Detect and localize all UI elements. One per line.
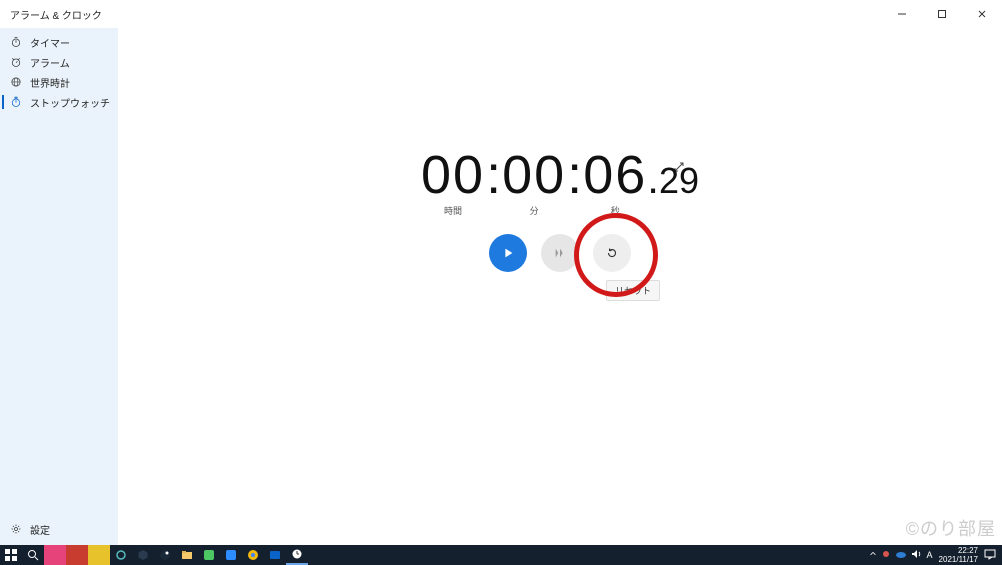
hours-label: 時間 — [444, 207, 462, 216]
reset-button[interactable] — [593, 234, 631, 272]
dot: . — [647, 158, 659, 200]
watermark: ©のり部屋 — [906, 515, 996, 541]
start-menu-icon[interactable] — [0, 545, 22, 565]
app-window: アラーム & クロック タイマー — [0, 0, 1002, 545]
title-bar: アラーム & クロック — [0, 0, 1002, 28]
taskbar-date: 2021/11/17 — [939, 555, 978, 564]
sidebar-item-settings[interactable]: 設定 — [0, 519, 118, 539]
taskbar-clock[interactable]: 22:27 2021/11/17 — [939, 546, 978, 564]
colon: : — [566, 148, 583, 202]
hours-value: 00 — [421, 145, 485, 205]
taskbar-app-zoom[interactable] — [220, 545, 242, 565]
stopwatch-icon — [10, 96, 22, 108]
sidebar-item-stopwatch[interactable]: ストップウォッチ — [0, 92, 118, 112]
taskbar-right: A 22:27 2021/11/17 — [869, 546, 1002, 564]
gear-icon — [10, 523, 22, 535]
maximize-button[interactable] — [922, 0, 962, 28]
taskbar-left — [0, 545, 308, 565]
minutes-segment: 00 分 — [502, 148, 566, 202]
taskbar-app-alarms[interactable] — [286, 545, 308, 565]
main-content: 00 時間 : 00 分 : 06 秒 . 29 — [118, 28, 1002, 545]
tray-volume-icon[interactable] — [911, 549, 923, 562]
globe-icon — [10, 76, 22, 88]
minutes-value: 00 — [502, 145, 566, 205]
taskbar-app-2[interactable] — [66, 545, 88, 565]
seconds-segment: 06 秒 — [583, 148, 647, 202]
sidebar-item-timer[interactable]: タイマー — [0, 32, 118, 52]
taskbar-app-explorer[interactable] — [176, 545, 198, 565]
taskbar: A 22:27 2021/11/17 — [0, 545, 1002, 565]
tray-group[interactable]: A — [869, 549, 933, 562]
lap-button[interactable] — [541, 234, 579, 272]
reset-tooltip: リセット — [606, 280, 660, 301]
alarm-icon — [10, 56, 22, 68]
search-icon[interactable] — [22, 545, 44, 565]
fraction-value: 29 — [659, 163, 699, 199]
sidebar: タイマー アラーム 世界時計 ストップウォッチ — [0, 28, 118, 545]
taskbar-time: 22:27 — [958, 546, 978, 555]
timer-icon — [10, 36, 22, 48]
app-body: タイマー アラーム 世界時計 ストップウォッチ — [0, 28, 1002, 545]
minimize-button[interactable] — [882, 0, 922, 28]
action-center-icon[interactable] — [984, 548, 996, 563]
window-title: アラーム & クロック — [10, 7, 102, 22]
taskbar-app-swirl[interactable] — [110, 545, 132, 565]
sidebar-item-label: タイマー — [30, 35, 70, 50]
window-controls — [882, 0, 1002, 28]
tray-ime-indicator[interactable]: A — [927, 550, 933, 560]
taskbar-app-line[interactable] — [198, 545, 220, 565]
sidebar-item-label: 世界時計 — [30, 75, 70, 90]
taskbar-app-hex[interactable] — [132, 545, 154, 565]
stopwatch-display: 00 時間 : 00 分 : 06 秒 . 29 — [421, 148, 699, 202]
seconds-label: 秒 — [611, 207, 620, 216]
sidebar-item-worldclock[interactable]: 世界時計 — [0, 72, 118, 92]
sidebar-item-label: 設定 — [30, 522, 50, 537]
minutes-label: 分 — [530, 207, 539, 216]
sidebar-item-alarm[interactable]: アラーム — [0, 52, 118, 72]
seconds-value: 06 — [583, 145, 647, 205]
stopwatch-controls — [489, 234, 631, 272]
sidebar-item-label: アラーム — [30, 55, 70, 70]
tray-icon-1[interactable] — [881, 549, 891, 562]
close-button[interactable] — [962, 0, 1002, 28]
start-button[interactable] — [489, 234, 527, 272]
taskbar-app-steam[interactable] — [154, 545, 176, 565]
taskbar-app-1[interactable] — [44, 545, 66, 565]
tray-cloud-icon[interactable] — [895, 549, 907, 562]
tray-chevron-icon[interactable] — [869, 550, 877, 561]
taskbar-app-3[interactable] — [88, 545, 110, 565]
hours-segment: 00 時間 — [421, 148, 485, 202]
taskbar-app-mail[interactable] — [264, 545, 286, 565]
taskbar-app-chrome[interactable] — [242, 545, 264, 565]
sidebar-spacer — [0, 112, 118, 519]
colon: : — [485, 148, 502, 202]
sidebar-item-label: ストップウォッチ — [30, 95, 110, 110]
